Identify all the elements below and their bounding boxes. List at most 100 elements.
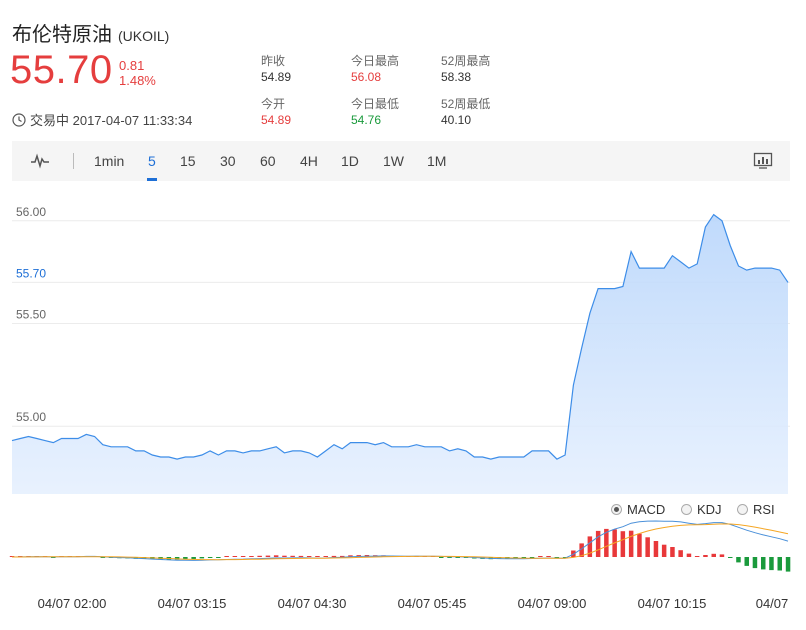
radio-icon [611,504,622,515]
macd-bar [257,555,262,557]
macd-bar [240,556,246,557]
change-percent: 1.48% [119,73,156,88]
macd-bar [595,530,601,557]
y-tick-label: 55.70 [16,266,46,280]
stat-52w-high: 52周最高 58.38 [441,53,490,85]
period-1w[interactable]: 1W [383,153,404,169]
macd-bar [546,556,551,557]
macd-bar [637,533,642,557]
macd-bar [736,557,741,563]
macd-bar [306,556,312,557]
macd-bar [216,557,221,558]
stat-value: 40.10 [441,113,472,127]
macd-bar [703,555,708,557]
period-1m[interactable]: 1M [427,153,446,169]
macd-bar [315,556,320,557]
macd-bar [620,531,626,557]
radio-icon [681,504,692,515]
stat-value: 56.08 [351,70,382,84]
macd-bar [538,556,543,557]
period-30[interactable]: 30 [220,153,236,169]
macd-bar [273,555,279,557]
stat-value: 54.76 [351,113,382,127]
x-tick-label: 04/07 02:00 [38,596,107,611]
stat-label: 52周最低 [441,97,491,111]
radio-icon [737,504,748,515]
period-5[interactable]: 5 [148,153,156,169]
stat-label: 今开 [261,97,286,111]
stat-day-low: 今日最低 54.76 [351,96,399,128]
x-tick-label: 04/07 03:15 [158,596,227,611]
period-60[interactable]: 60 [260,153,276,169]
period-1d[interactable]: 1D [341,153,359,169]
macd-bar [761,557,766,570]
stat-value: 54.89 [261,70,292,84]
x-tick-label: 04/07 10:15 [638,596,707,611]
macd-bar [645,537,650,557]
macd-bar [670,547,675,557]
instrument-code: (UKOIL) [118,28,170,44]
y-tick-label: 56.00 [16,205,46,219]
price-chart: 56.00 55.70 55.50 55.00 [11,205,790,494]
macd-bar [686,553,692,557]
macd-bar [249,556,254,557]
instrument-name: 布伦特原油 [12,24,112,46]
status-text: 交易中 2017-04-07 11:33:34 [30,113,193,128]
macd-bar [628,530,634,557]
macd-bar [282,555,287,557]
current-price: 55.70 [10,48,113,92]
price-change: 0.81 1.48% [119,58,156,88]
stat-label: 今日最高 [351,54,400,68]
macd-bar [191,557,196,559]
macd-bar [752,557,758,569]
macd-bar [711,553,716,557]
macd-bar [439,557,444,558]
y-tick-label: 55.00 [16,410,46,424]
x-tick-label: 04/07 05:45 [398,596,467,611]
macd-bar [719,554,725,557]
change-value: 0.81 [119,58,145,73]
stat-open: 今开 54.89 [261,96,291,128]
period-4h[interactable]: 4H [300,153,318,169]
macd-bar [785,557,791,572]
monitor-chart-icon[interactable] [753,152,773,170]
macd-bar [653,541,659,557]
macd-bar [224,556,229,557]
macd-bar [769,557,774,571]
macd-bar [290,555,295,557]
x-axis: 04/07 02:00 04/07 03:15 04/07 04:30 04/07 0… [38,596,789,611]
stat-52w-low: 52周最低 40.10 [441,96,490,128]
x-tick-label: 04/07 09:00 [518,596,587,611]
period-toolbar: 1min 5 15 30 60 4H 1D 1W 1M [12,141,790,181]
toolbar-divider [73,153,74,169]
active-period-indicator [147,178,157,181]
line-chart-icon[interactable] [30,153,50,169]
macd-bar [199,557,205,559]
macd-bar [207,557,213,558]
stat-value: 58.38 [441,70,472,84]
x-tick-label: 04/07 [756,596,789,611]
macd-bar [265,555,271,557]
stat-label: 52周最高 [441,54,491,68]
trading-status: 交易中 2017-04-07 11:33:34 [12,110,192,129]
stat-prev-close: 昨收 54.89 [261,53,291,85]
macd-bar [232,556,238,557]
macd-bar [323,556,328,557]
stat-label: 昨收 [261,54,286,68]
macd-bar [298,555,304,557]
macd-bar [678,550,683,557]
stat-value: 54.89 [261,113,292,127]
macd-bar [331,555,337,557]
macd-bar [661,544,667,557]
macd-bar [728,557,733,558]
period-1min[interactable]: 1min [94,153,124,169]
clock-icon [12,112,26,127]
y-tick-label: 55.50 [16,308,46,322]
macd-bar [744,557,749,566]
macd-bar [777,557,782,571]
macd-bar [694,556,700,557]
stat-label: 今日最低 [351,97,400,111]
macd-chart [9,520,791,572]
stat-day-high: 今日最高 56.08 [351,53,399,85]
period-15[interactable]: 15 [180,153,196,169]
